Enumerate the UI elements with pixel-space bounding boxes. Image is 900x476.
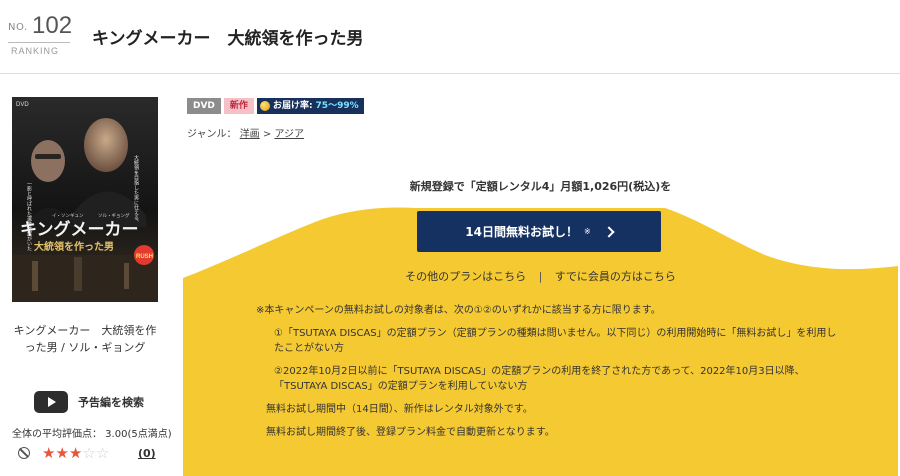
note-trial-period: 無料お試し期間中（14日間）、新作はレンタル対象外です。 [266,404,533,415]
star-icon[interactable]: ☆ [82,444,95,462]
note-condition-2: ②2022年10月2日以前に「TSUTAYA DISCAS」の定額プランの利用を… [274,366,805,392]
new-release-badge: 新作 [223,98,254,114]
rating-stars[interactable]: ★★★☆☆ [42,444,109,462]
ranking-number: 102 [32,12,73,39]
average-rating-text: 全体の平均評価点： 3.00(5点満点) [12,429,172,440]
play-icon[interactable] [34,391,68,413]
genre-link-asia[interactable]: アジア [274,129,304,140]
free-trial-label[interactable]: 14日間無料お試し！ [465,223,578,240]
star-icon[interactable]: ★ [55,444,68,462]
cover-format-label: DVD [16,102,29,108]
product-badges: DVD 新作 お届け率: 75～99% [187,98,364,114]
other-plans-link[interactable]: その他のプランはこちら [405,270,526,283]
member-login-link[interactable]: すでに会員の方はこちら [555,270,676,283]
page-title: キングメーカー 大統領を作った男 [92,29,364,49]
genre-label: ジャンル： [187,129,237,140]
star-icon[interactable]: ★ [42,444,55,462]
note-auto-renew: 無料お試し期間終了後、登録プラン料金で自動更新となります。 [266,427,555,438]
star-icon[interactable]: ★ [69,444,82,462]
offer-headline: 新規登録で「定額レンタル4」月額1,026円(税込)を [409,180,672,193]
cover-cast-right: ソル・ギョング [98,212,130,219]
delivery-rate-icon [259,101,270,111]
note-eligibility: ※本キャンペーンの無料お試しの対象者は、次の①②のいずれかに該当する方に限ります… [256,305,661,316]
ranking-divider [8,42,70,43]
rating-row: ★★★☆☆ (0) [12,444,162,462]
ranking-prefix: NO. [8,22,28,33]
cover-sticker: RUSH [136,254,153,260]
dvd-badge: DVD [187,98,221,114]
trailer-search-label[interactable]: 予告編を検索 [78,394,144,410]
trailer-search[interactable]: 予告編を検索 [34,391,144,413]
genre-link-foreign[interactable]: 洋画 [240,129,260,140]
page-header: NO. 102 RANKING キングメーカー 大統領を作った男 [0,0,900,74]
cover-cast-left: イ・ソンギュン [52,213,84,219]
cover-vertical-copy-right: 大統領を目指した男に仕える、 [133,154,139,225]
note-condition-1: ①「TSUTAYA DISCAS」の定額プラン（定額プランの種類は問いません。以… [274,328,837,354]
delivery-rate-label: お届け率: [272,101,313,111]
free-trial-button[interactable]: 14日間無料お試し！ ※ [417,211,661,252]
cover-image[interactable]: DVD 大統領を目指した男に仕える、 一影と呼ばれた選挙参謀がいた イ・ソンギュ… [12,97,158,302]
ranking-badge: NO. 102 RANKING [8,12,73,56]
delivery-rate-value: 75～99% [315,101,359,111]
cover-title-line2: 大統領を作った男 [34,240,114,253]
chevron-right-icon [603,225,615,238]
ranking-label: RANKING [11,46,60,56]
genre-breadcrumb: ジャンル： 洋画 > アジア [187,125,304,140]
star-icon[interactable]: ☆ [96,444,109,462]
not-interested-icon[interactable] [18,447,30,459]
delivery-rate-badge: お届け率: 75～99% [256,98,364,114]
review-count-link[interactable]: (0) [138,447,156,460]
plan-links: その他のプランはこちら | すでに会員の方はこちら [183,268,898,284]
link-separator: | [538,270,543,283]
product-title-cast: キングメーカー 大統領を作った男 / ソル・ギョング [13,324,157,354]
genre-separator: > [262,129,272,140]
cover-title-line1: キングメーカー [20,219,139,240]
cover-vertical-copy-left: 一影と呼ばれた選挙参謀がいた [26,181,32,252]
free-trial-note-mark: ※ [584,227,591,236]
